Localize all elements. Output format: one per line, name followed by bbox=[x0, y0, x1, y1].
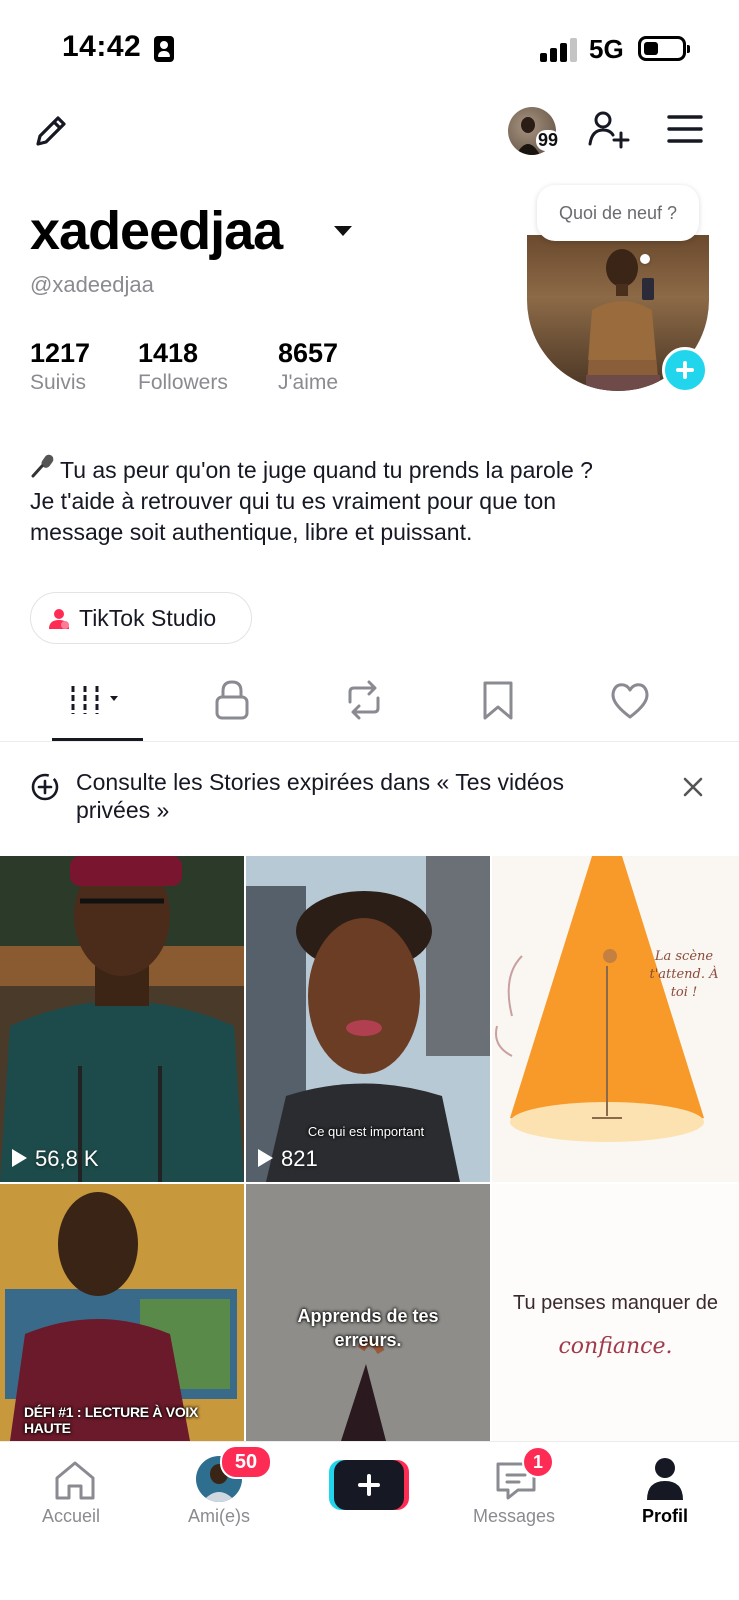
tiktok-studio-button[interactable]: TikTok Studio bbox=[30, 592, 252, 644]
add-story-plus-icon[interactable] bbox=[662, 347, 708, 393]
stat-likes-label: J'aime bbox=[278, 371, 339, 394]
plus-icon bbox=[334, 1460, 404, 1510]
profile-handle: @xadeedjaa bbox=[30, 272, 154, 297]
bookmark-icon bbox=[483, 681, 513, 720]
video-thumbnail[interactable]: La scène t'attend. À toi ! bbox=[492, 856, 739, 1182]
profile-username[interactable]: xadeedjaa bbox=[30, 200, 283, 262]
nav-friends-label: Ami(e)s bbox=[188, 1506, 250, 1526]
video-thumbnail-image bbox=[0, 1184, 244, 1441]
stat-followers-value: 1418 bbox=[138, 338, 199, 368]
story-plus-icon bbox=[30, 772, 60, 802]
nav-profile-label: Profil bbox=[642, 1506, 689, 1526]
video-thumbnail-image bbox=[492, 856, 739, 1182]
view-count: 56,8 K bbox=[12, 1146, 99, 1172]
status-bar: 14:42 5G bbox=[0, 0, 739, 96]
video-thumbnail[interactable]: 56,8 K bbox=[0, 856, 244, 1182]
edit-pencil-icon[interactable] bbox=[30, 108, 74, 152]
close-icon[interactable] bbox=[680, 774, 706, 800]
heart-icon bbox=[611, 683, 649, 719]
notice-text: Consulte les Stories expirées dans « Tes… bbox=[76, 769, 564, 823]
status-bubble-tail bbox=[640, 254, 650, 264]
view-count: 821 bbox=[258, 1146, 318, 1172]
story-count-badge: 99 bbox=[536, 130, 561, 151]
tab-saved[interactable] bbox=[476, 678, 536, 722]
video-caption-script: confiance. bbox=[558, 1334, 673, 1359]
bottom-nav: Accueil 50 Ami(e)s 1 Messages Profil bbox=[0, 1441, 739, 1600]
videos-grid-icon bbox=[71, 686, 118, 714]
signal-icon bbox=[540, 38, 580, 62]
tab-liked[interactable] bbox=[608, 678, 668, 722]
network-type: 5G bbox=[589, 34, 624, 64]
profile-photo-person bbox=[586, 249, 660, 391]
stat-followers-label: Followers bbox=[138, 371, 228, 394]
bio-line-3: message soit authentique, libre et puiss… bbox=[30, 519, 473, 545]
bio-line-2: Je t'aide à retrouver qui tu es vraiment… bbox=[30, 488, 557, 514]
profile-icon bbox=[647, 1458, 683, 1500]
active-tab-indicator bbox=[52, 738, 143, 741]
create-button[interactable] bbox=[329, 1460, 409, 1510]
nav-home-label: Accueil bbox=[42, 1506, 101, 1526]
friends-notification-badge: 50 bbox=[220, 1445, 272, 1479]
nav-profile[interactable]: Profil bbox=[620, 1442, 710, 1562]
video-thumbnail[interactable]: Tu penses manquer de confiance. bbox=[492, 1184, 739, 1441]
video-caption: La scène t'attend. À toi ! bbox=[649, 949, 719, 1000]
menu-icon[interactable] bbox=[666, 112, 704, 146]
microphone-icon bbox=[30, 452, 60, 486]
play-icon bbox=[258, 1149, 273, 1167]
nav-messages-label: Messages bbox=[473, 1506, 556, 1526]
stat-following[interactable]: 1217 Suivis bbox=[30, 338, 90, 395]
tiktok-studio-label: TikTok Studio bbox=[79, 605, 217, 631]
stat-following-label: Suivis bbox=[30, 371, 87, 394]
status-bubble[interactable]: Quoi de neuf ? bbox=[537, 185, 699, 241]
video-thumbnail-image bbox=[0, 856, 244, 1182]
status-time: 14:42 bbox=[62, 30, 142, 63]
tab-videos[interactable] bbox=[68, 678, 128, 722]
repost-icon bbox=[348, 680, 380, 720]
nav-messages[interactable]: 1 Messages bbox=[468, 1442, 568, 1562]
nav-home[interactable]: Accueil bbox=[30, 1442, 120, 1562]
view-count-value: 821 bbox=[281, 1146, 318, 1171]
profile-bio: Tu as peur qu'on te juge quand tu prends… bbox=[30, 452, 690, 548]
video-caption: Apprends de tes erreurs. bbox=[297, 1306, 439, 1350]
home-icon bbox=[55, 1461, 95, 1500]
video-thumbnail[interactable]: Apprends de tes erreurs. bbox=[246, 1184, 490, 1441]
bio-line-1-text: Tu as peur qu'on te juge quand tu prends… bbox=[60, 457, 593, 483]
view-count-value: 56,8 K bbox=[35, 1146, 99, 1171]
nav-friends[interactable]: 50 Ami(e)s bbox=[180, 1442, 280, 1562]
stat-likes-value: 8657 bbox=[278, 338, 339, 368]
add-user-icon[interactable] bbox=[586, 108, 630, 152]
account-switch-chevron-icon[interactable] bbox=[334, 226, 352, 236]
video-caption: Tu penses manquer de bbox=[513, 1292, 718, 1314]
video-caption: DÉFI #1 : LECTURE À VOIX HAUTE bbox=[24, 1404, 199, 1436]
video-grid: 56,8 K Ce qui est important 821 La scène… bbox=[0, 856, 739, 1441]
play-icon bbox=[12, 1149, 27, 1167]
stat-likes[interactable]: 8657 J'aime bbox=[278, 338, 338, 395]
video-thumbnail[interactable]: Ce qui est important 821 bbox=[246, 856, 490, 1182]
studio-icon bbox=[47, 607, 71, 631]
lock-icon bbox=[215, 680, 249, 720]
stat-followers[interactable]: 1418 Followers bbox=[138, 338, 228, 395]
messages-notification-badge: 1 bbox=[522, 1446, 554, 1478]
battery-icon bbox=[638, 36, 690, 61]
video-caption: Ce qui est important bbox=[307, 1124, 425, 1139]
stat-following-value: 1217 bbox=[30, 338, 91, 368]
contact-card-icon bbox=[154, 36, 174, 62]
content-tabs bbox=[0, 668, 739, 742]
bio-line-1: Tu as peur qu'on te juge quand tu prends… bbox=[30, 452, 690, 486]
video-thumbnail[interactable]: DÉFI #1 : LECTURE À VOIX HAUTE bbox=[0, 1184, 244, 1441]
tab-private[interactable] bbox=[210, 678, 270, 722]
expired-stories-notice[interactable]: Consulte les Stories expirées dans « Tes… bbox=[0, 752, 739, 846]
tab-reposts[interactable] bbox=[342, 678, 402, 722]
